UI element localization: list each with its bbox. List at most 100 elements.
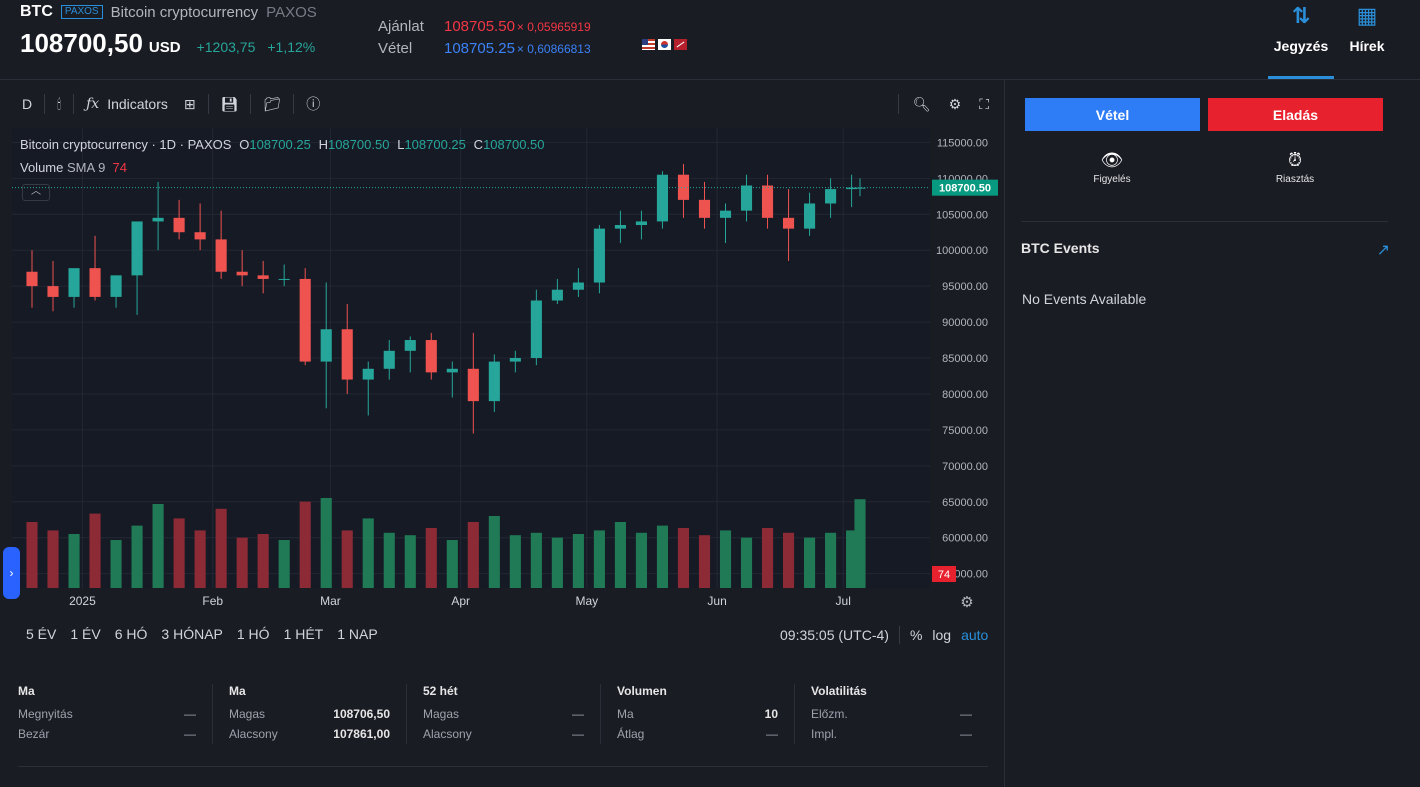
legend-close: 108700.50: [483, 137, 545, 152]
sell-button[interactable]: Eladás: [1208, 98, 1383, 131]
ask-row: Ajánlat 108705.50 × 0,05965919: [378, 16, 591, 38]
volume-bar: [383, 532, 395, 588]
stats-row: Magas 108706,50: [229, 704, 406, 724]
auto-toggle[interactable]: auto: [961, 627, 988, 643]
external-link-icon[interactable]: ↗: [1377, 240, 1390, 260]
stats-value: —: [184, 707, 196, 721]
expand-sidebar-handle[interactable]: ›: [3, 547, 20, 599]
tab-quote-label: Jegyzés: [1273, 38, 1329, 54]
volume-bar: [278, 540, 290, 588]
stats-value: 108706,50: [333, 707, 390, 721]
price-change: +1203,75: [196, 39, 256, 55]
range-option[interactable]: 1 NAP: [337, 626, 377, 642]
stats-heading: Volumen: [617, 684, 667, 698]
stats-key: Magas: [423, 707, 460, 721]
indicators-button[interactable]: ƒx Indicators: [78, 90, 176, 118]
stats-value: —: [766, 727, 778, 741]
stats-key: Bezár: [18, 727, 50, 741]
chart-container: D 🕯︎ ƒx Indicators ⊞ 💾︎ 📁︎ ⓘ 🔍︎ ⚙ ⛶ 11500…: [0, 80, 1003, 787]
market-flags: [642, 39, 687, 50]
stats-row: Átlag —: [617, 724, 794, 744]
candle-body: [635, 221, 647, 226]
time-tick-label: 2025: [69, 594, 96, 608]
stats-heading: Ma: [18, 684, 35, 698]
candle-body: [825, 189, 837, 204]
quote-header: BTC PAXOS Bitcoin cryptocurrency PAXOS 1…: [0, 0, 1420, 80]
quick-search-button[interactable]: 🔍︎: [905, 90, 939, 118]
volume-bar: [425, 528, 437, 588]
stats-value: —: [960, 727, 972, 741]
volume-bar: [110, 540, 122, 588]
fullscreen-button[interactable]: ⛶: [971, 90, 997, 118]
tab-quote[interactable]: ⇅ Jegyzés: [1268, 0, 1334, 79]
open-button[interactable]: 📁︎: [255, 90, 289, 118]
alert-button[interactable]: ⏰︎ Riasztás: [1235, 150, 1355, 185]
log-toggle[interactable]: log: [932, 627, 951, 643]
range-option[interactable]: 6 HÓ: [115, 626, 148, 642]
stats-row: Megnyitás —: [18, 704, 212, 724]
buy-button[interactable]: Vétel: [1025, 98, 1200, 131]
price-tick-label: 65000.00: [942, 497, 988, 509]
price-tick-label: 75000.00: [942, 425, 988, 437]
info-button[interactable]: ⓘ: [298, 90, 328, 118]
candle-body: [740, 185, 753, 211]
sma-label: SMA 9: [67, 160, 106, 175]
candle-body: [446, 368, 458, 373]
axis-settings-icon[interactable]: ⚙: [960, 593, 973, 611]
volume-bar: [89, 513, 101, 588]
stats-row: Alacsony 107861,00: [229, 724, 406, 744]
stats-heading: 52 hét: [423, 684, 458, 698]
legend-h-label: H: [318, 137, 328, 152]
volume-bar: [152, 504, 164, 588]
candle-body: [854, 187, 866, 189]
price-tick-label: 95000.00: [942, 281, 988, 293]
legend-low: 108700.25: [404, 137, 466, 152]
stats-key: Ma: [617, 707, 634, 721]
volume-bar: [68, 534, 80, 588]
volume-bar: [215, 508, 227, 588]
settings-button[interactable]: ⚙: [941, 90, 970, 118]
candle-body: [467, 368, 479, 402]
watch-button[interactable]: 👁︎ Figyelés: [1052, 150, 1172, 185]
stats-row: Előzm. —: [811, 704, 988, 724]
price-tick-label: 90000.00: [942, 317, 988, 329]
volume-bar: [488, 516, 500, 588]
interval-button[interactable]: D: [14, 90, 40, 118]
price-tick-label: 80000.00: [942, 389, 988, 401]
time-tick-label: May: [575, 594, 598, 608]
function-icon: ƒx: [86, 96, 100, 112]
percent-toggle[interactable]: %: [910, 627, 922, 643]
events-empty-message: No Events Available: [1022, 291, 1147, 307]
eye-plus-icon: 👁︎: [1100, 150, 1124, 170]
range-option[interactable]: 1 HÉT: [284, 626, 324, 642]
legend-open: 108700.25: [249, 137, 311, 152]
volume-tag: 74: [938, 569, 950, 581]
layout-button[interactable]: ⊞: [176, 90, 204, 118]
candle-body: [89, 268, 101, 297]
tab-news[interactable]: ▦ Hírek: [1334, 0, 1400, 79]
collapse-legend-button[interactable]: ︿: [22, 184, 50, 201]
grid-icon: ⊞: [183, 95, 196, 112]
volume-bar: [677, 528, 690, 588]
volume-bar: [404, 535, 416, 588]
stats-key: Impl.: [811, 727, 838, 741]
candle-body: [362, 368, 374, 380]
candle-body: [761, 185, 774, 218]
stats-value: —: [184, 727, 196, 741]
save-icon: 💾︎: [220, 95, 239, 112]
candle-body: [593, 228, 605, 283]
stats-row: Ma 10: [617, 704, 794, 724]
range-option[interactable]: 5 ÉV: [26, 626, 56, 642]
candle-type-button[interactable]: 🕯︎: [49, 90, 69, 118]
stats-heading: Volatilitás: [811, 684, 867, 698]
range-option[interactable]: 1 ÉV: [70, 626, 100, 642]
range-option[interactable]: 3 HÓNAP: [161, 626, 222, 642]
candlestick-icon: 🕯︎: [57, 95, 62, 112]
range-option[interactable]: 1 HÓ: [237, 626, 270, 642]
candle-body: [698, 199, 711, 218]
price-chart[interactable]: 115000.00110000.00105000.00100000.009500…: [0, 128, 1003, 618]
save-button[interactable]: 💾︎: [213, 90, 247, 118]
candle-body: [194, 232, 206, 240]
volume-bar: [854, 499, 866, 588]
candle-body: [488, 361, 500, 402]
